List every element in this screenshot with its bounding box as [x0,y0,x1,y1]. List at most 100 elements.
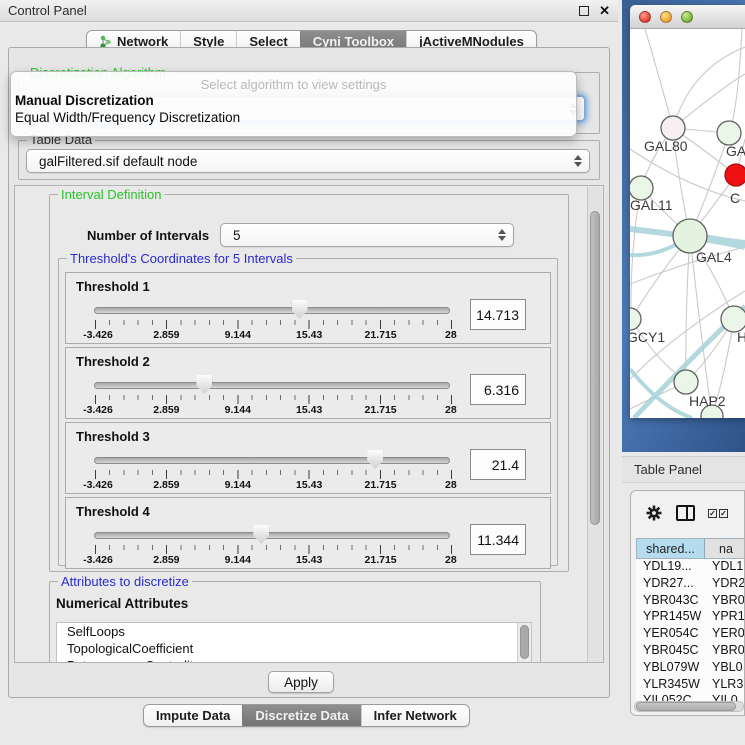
scrollbar-thumb[interactable] [520,625,529,659]
node-hap2[interactable] [674,370,698,394]
table-cell: YDR27... [636,576,704,593]
list-scrollbar[interactable] [517,623,531,663]
tick-label: 15.43 [296,554,322,566]
slider-thumb[interactable] [292,300,308,319]
threshold-2-row: Threshold 2 -3.4262.8599.14415.4321.7152… [65,347,551,419]
table-panel-titlebar: Table Panel [622,456,745,483]
combo-stepper-icon [498,229,506,241]
table-row[interactable]: YLR345WYLR3 [636,677,745,694]
attribute-item[interactable]: SelfLoops [57,623,531,640]
node-red-selected[interactable] [725,164,745,186]
column-header-name[interactable]: na [705,539,745,558]
tab-infer-network[interactable]: Infer Network [361,705,469,726]
table-cell: YPR145W [636,609,704,626]
table-cell: YBR043C [636,593,704,610]
close-traffic-light-icon[interactable] [639,11,651,23]
node-top-right[interactable] [717,121,741,145]
popup-option-manual[interactable]: Manual Discretization [11,92,576,109]
table-header-row: shared... na [636,538,745,559]
column-header-shared-name[interactable]: shared... [637,539,705,558]
tick-marks-major [95,470,453,479]
group-title: Interval Definition [58,187,164,202]
table-row[interactable]: YDR27...YDR2 [636,576,745,593]
slider-thumb[interactable] [253,525,269,544]
scrollbar-thumb[interactable] [636,702,736,711]
tick-marks-major [95,320,453,329]
tick-label: -3.426 [83,404,113,416]
numerical-attributes-list[interactable]: SelfLoopsTopologicalCoefficientBetweenne… [56,622,532,663]
attributes-group: Attributes to discretize Numerical Attri… [49,581,541,663]
threshold-value-field[interactable]: 11.344 [470,524,526,555]
slider-thumb[interactable] [367,450,383,469]
group-title: Threshold's Coordinates for 5 Intervals [67,251,296,266]
tick-label: 2.859 [153,554,179,566]
split-panel-icon[interactable] [676,505,695,521]
tab-impute-data[interactable]: Impute Data [144,705,242,726]
group-title: Attributes to discretize [58,574,192,589]
node-label: GA [726,143,745,159]
tick-label: 2.859 [153,479,179,491]
table-horizontal-scrollbar[interactable] [634,701,744,712]
tab-label: Discretize Data [255,708,348,723]
popup-hint: Select algorithm to view settings [11,72,576,92]
scrollbar-thumb[interactable] [590,211,600,525]
interval-definition-group: Interval Definition Number of Intervals … [49,194,569,572]
table-row[interactable]: YIL052CYIL0 [636,693,745,701]
table-row[interactable]: YDL19...YDL1 [636,559,745,576]
num-intervals-label: Number of Intervals [87,228,209,243]
tick-label: 9.144 [225,404,251,416]
node-label: C [730,190,740,206]
table-row[interactable]: YBR045CYBR0 [636,643,745,660]
network-canvas[interactable]: GAL80 GAL11 GAL4 GCY1 HAP2 H GA C [630,29,745,418]
tick-label: 9.144 [225,329,251,341]
popup-option-equal-width[interactable]: Equal Width/Frequency Discretization [11,109,576,126]
slider-track[interactable] [94,457,450,464]
table-data-combobox[interactable]: galFiltered.sif default node [26,149,590,173]
threshold-4-row: Threshold 4 -3.4262.8599.14415.4321.7152… [65,497,551,569]
slider-thumb[interactable] [196,375,212,394]
node-gal80[interactable] [661,116,685,140]
table-row[interactable]: YBL079WYBL0 [636,660,745,677]
node-table-body[interactable]: YDL19...YDL1YDR27...YDR2YBR043CYBR0YPR14… [636,559,745,701]
tick-label: -3.426 [83,329,113,341]
float-window-icon[interactable] [579,6,589,16]
select-columns-icon[interactable]: ✓✓ [708,509,728,518]
threshold-1-row: Threshold 1 -3.4262.8599.14415.4321.7152… [65,272,551,344]
tick-label: 15.43 [296,479,322,491]
node-gal4[interactable] [673,219,707,253]
slider-scale: -3.4262.8599.14415.4321.71528 [95,329,452,342]
tick-label: 21.715 [365,554,397,566]
table-row[interactable]: YER054CYER0 [636,626,745,643]
tab-label: Infer Network [374,708,457,723]
table-cell: YER0 [704,626,745,643]
apply-button[interactable]: Apply [268,671,334,693]
threshold-value-field[interactable]: 21.4 [470,449,526,480]
close-icon[interactable]: ✕ [599,4,610,17]
table-row[interactable]: YPR145WYPR1 [636,609,745,626]
num-intervals-combobox[interactable]: 5 [220,223,514,247]
attribute-item[interactable]: BetweennessCentrality [57,657,531,663]
table-row[interactable]: YBR043CYBR0 [636,593,745,610]
slider-track[interactable] [94,307,450,314]
minimize-traffic-light-icon[interactable] [660,11,672,23]
threshold-3-row: Threshold 3 -3.4262.8599.14415.4321.7152… [65,422,551,494]
threshold-value-field[interactable]: 6.316 [470,374,526,405]
tick-label: 9.144 [225,479,251,491]
tick-label: 28 [445,479,457,491]
tick-label: 21.715 [365,479,397,491]
tab-discretize-data[interactable]: Discretize Data [242,705,360,726]
tick-label: 9.144 [225,554,251,566]
zoom-traffic-light-icon[interactable] [681,11,693,23]
viewport-scrollbar[interactable] [587,187,602,663]
threshold-label: Threshold 4 [76,504,150,519]
numerical-attributes-label: Numerical Attributes [56,596,188,611]
network-desktop-background: GAL80 GAL11 GAL4 GCY1 HAP2 H GA C [622,0,745,452]
node-gcy1[interactable] [630,308,641,330]
slider-track[interactable] [94,382,450,389]
gear-icon[interactable] [645,504,663,522]
threshold-value-field[interactable]: 14.713 [470,299,526,330]
attribute-item[interactable]: TopologicalCoefficient [57,640,531,657]
slider-track[interactable] [94,532,450,539]
settings-scroll-viewport: Interval Definition Number of Intervals … [14,185,604,663]
tab-label: Impute Data [156,708,230,723]
